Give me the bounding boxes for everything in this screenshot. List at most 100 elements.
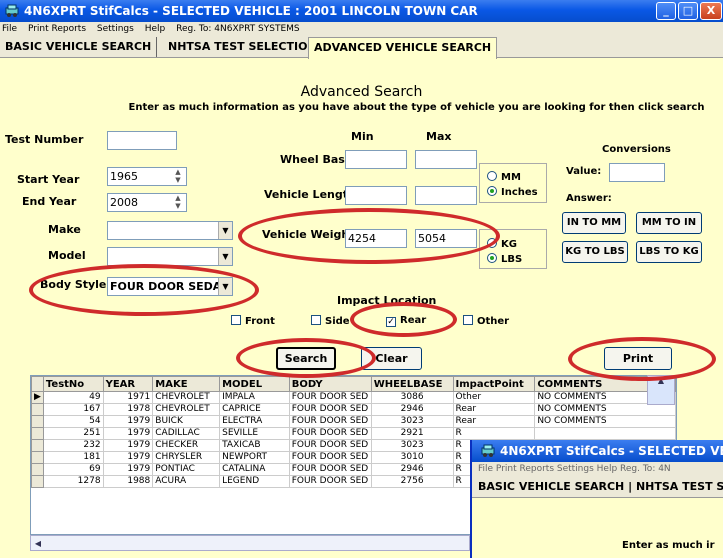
table-cell: ACURA: [152, 475, 221, 488]
table-cell: 49: [42, 391, 104, 404]
column-header-wheelbase[interactable]: WHEELBASE: [370, 376, 454, 392]
table-cell: CHRYSLER: [152, 451, 221, 464]
table-cell: FOUR DOOR SED: [288, 475, 372, 488]
table-row[interactable]: 167 1978 CHEVROLET CAPRICE FOUR DOOR SED 2946…: [31, 403, 676, 416]
kg-radio-label: KG: [501, 239, 517, 250]
column-header-impactpoint[interactable]: ImpactPoint: [452, 376, 536, 392]
car-icon: [481, 444, 495, 457]
wheel-base-min-input[interactable]: [345, 150, 407, 169]
print-button-highlight: [568, 337, 716, 381]
table-cell: 181: [42, 451, 104, 464]
tab-advanced-vehicle-search[interactable]: ADVANCED VEHICLE SEARCH: [308, 37, 498, 59]
test-number-label: Test Number: [5, 133, 84, 146]
tab-nhtsa-test-selection[interactable]: NHTSA TEST SELECTION: [163, 37, 323, 57]
other-checkbox[interactable]: Other: [463, 315, 509, 327]
column-header-model[interactable]: MODEL: [219, 376, 290, 392]
table-row[interactable]: 251 1979 CADILLAC SEVILLE FOUR DOOR SED 2921 R: [31, 427, 676, 440]
end-year-label: End Year: [22, 195, 77, 208]
column-header-make[interactable]: MAKE: [152, 376, 221, 392]
table-cell: Other: [452, 391, 536, 404]
row-selector[interactable]: [31, 475, 44, 488]
table-cell: 3086: [370, 391, 454, 404]
row-selector[interactable]: [31, 403, 44, 416]
make-dropdown-icon[interactable]: ▼: [218, 222, 232, 239]
table-cell: 1979: [102, 451, 154, 464]
table-cell: CATALINA: [219, 463, 290, 476]
other-check-box: [463, 315, 473, 325]
table-cell: ELECTRA: [219, 415, 290, 428]
mm-to-in-button[interactable]: MM TO IN: [636, 212, 702, 234]
kg-to-lbs-button[interactable]: KG TO LBS: [562, 241, 628, 263]
front-checkbox[interactable]: Front: [231, 315, 275, 327]
start-year-spinner[interactable]: ▲ ▼: [172, 168, 184, 185]
column-header-body[interactable]: BODY: [288, 376, 372, 392]
scroll-left-icon[interactable]: ◀: [31, 539, 45, 548]
table-cell: 69: [42, 463, 104, 476]
front-check-box: [231, 315, 241, 325]
table-cell: Rear: [452, 415, 536, 428]
table-cell: 1278: [42, 475, 104, 488]
table-cell: 1978: [102, 403, 154, 416]
table-cell: FOUR DOOR SED: [288, 427, 372, 440]
start-year-value: 1965: [110, 170, 138, 183]
model-label: Model: [48, 249, 86, 262]
table-row[interactable]: ▶ 49 1971 CHEVROLET IMPALA FOUR DOOR SED 3086 O…: [31, 391, 676, 404]
close-button[interactable]: X: [700, 2, 722, 20]
row-selector[interactable]: [31, 439, 44, 452]
menu-settings[interactable]: Settings: [97, 22, 134, 36]
minimize-button[interactable]: _: [656, 2, 676, 20]
current-row-marker-icon[interactable]: ▶: [31, 391, 44, 404]
in-to-mm-button[interactable]: IN TO MM: [562, 212, 626, 234]
table-cell: LEGEND: [219, 475, 290, 488]
table-row[interactable]: 54 1979 BUICK ELECTRA FOUR DOOR SED 3023 Rear N…: [31, 415, 676, 428]
menu-print-reports[interactable]: Print Reports: [28, 22, 86, 36]
inches-radio-dot: [487, 186, 497, 196]
row-selector[interactable]: [31, 415, 44, 428]
vehicle-length-max-input[interactable]: [415, 186, 477, 205]
end-year-spinner[interactable]: ▲ ▼: [172, 194, 184, 211]
tab-basic-vehicle-search[interactable]: BASIC VEHICLE SEARCH: [0, 37, 158, 57]
lbs-radio[interactable]: LBS: [487, 253, 522, 265]
column-header-testno[interactable]: TestNo: [42, 376, 104, 392]
menu-file[interactable]: File: [2, 22, 17, 36]
model-select[interactable]: [107, 247, 233, 266]
test-number-input[interactable]: [107, 131, 177, 150]
table-cell: FOUR DOOR SED: [288, 391, 372, 404]
table-cell: FOUR DOOR SED: [288, 415, 372, 428]
table-cell: CHECKER: [152, 439, 221, 452]
table-cell: NO COMMENTS: [534, 403, 676, 416]
menu-help[interactable]: Help: [145, 22, 166, 36]
vehicle-length-min-input[interactable]: [345, 186, 407, 205]
row-selector[interactable]: [31, 427, 44, 440]
mm-radio-dot: [487, 171, 497, 181]
min-label: Min: [351, 130, 374, 143]
table-cell: IMPALA: [219, 391, 290, 404]
start-year-label: Start Year: [17, 173, 80, 186]
table-cell: FOUR DOOR SED: [288, 403, 372, 416]
column-header-year[interactable]: YEAR: [102, 376, 154, 392]
table-cell: TAXICAB: [219, 439, 290, 452]
row-selector[interactable]: [31, 451, 44, 464]
table-cell: 2946: [370, 463, 454, 476]
front-label: Front: [245, 316, 275, 327]
table-cell: CHEVROLET: [152, 403, 221, 416]
rear-impact-highlight: [350, 302, 457, 337]
mm-radio[interactable]: MM: [487, 171, 521, 183]
side-checkbox[interactable]: Side: [311, 315, 350, 327]
maximize-button[interactable]: □: [678, 2, 698, 20]
lbs-to-kg-button[interactable]: LBS TO KG: [636, 241, 702, 263]
conversion-value-input[interactable]: [609, 163, 665, 182]
make-select[interactable]: [107, 221, 233, 240]
side-check-box: [311, 315, 321, 325]
table-cell: CADILLAC: [152, 427, 221, 440]
menu-registration: Reg. To: 4N6XPRT SYSTEMS: [176, 24, 300, 34]
wheel-base-max-input[interactable]: [415, 150, 477, 169]
row-selector[interactable]: [31, 463, 44, 476]
vehicle-weight-highlight: [238, 208, 500, 264]
model-dropdown-icon[interactable]: ▼: [218, 248, 232, 265]
window-title: 4N6XPRT StifCalcs - SELECTED VEHICLE : 2…: [24, 4, 478, 18]
grid-horizontal-scrollbar[interactable]: ◀: [30, 535, 470, 551]
wheel-base-label: Wheel Base: [280, 153, 353, 166]
inches-radio[interactable]: Inches: [487, 186, 538, 198]
lbs-radio-dot: [487, 253, 497, 263]
